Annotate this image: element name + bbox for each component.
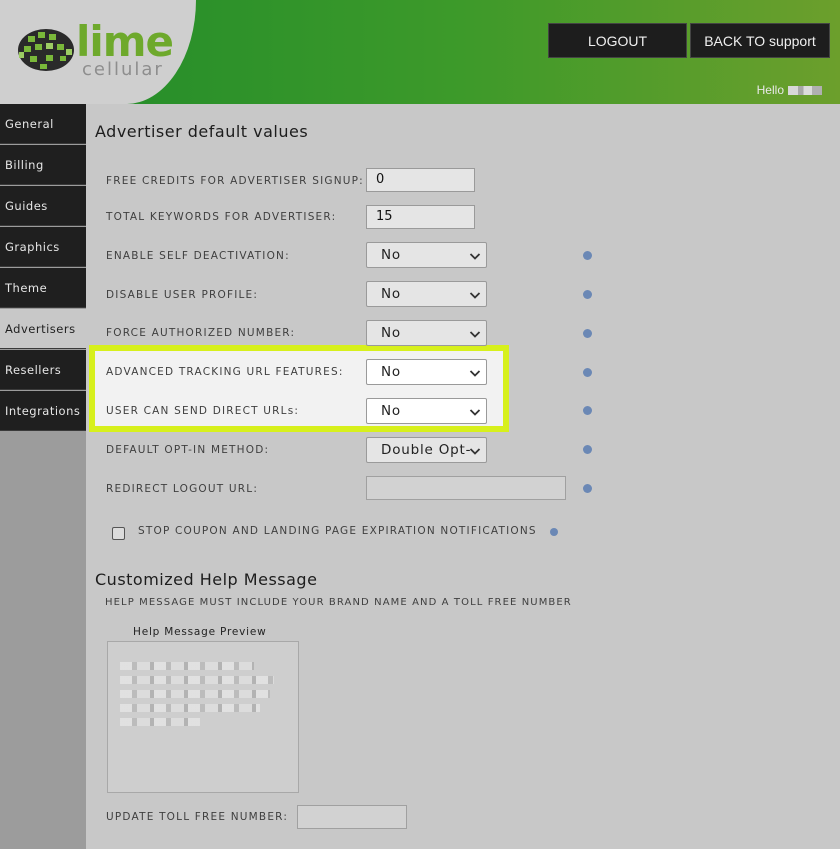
advanced-tracking-label: ADVANCED TRACKING URL FEATURES: [106, 366, 344, 378]
sidebar: General Billing Guides Graphics Theme Ad… [0, 104, 86, 849]
disable-profile-select[interactable]: No [366, 281, 487, 307]
help-message-title: Customized Help Message [95, 570, 318, 589]
redacted-text [120, 718, 200, 726]
header: lime cellular LOGOUT BACK TO support Hel… [0, 0, 840, 104]
sidebar-item-resellers[interactable]: Resellers [0, 350, 86, 390]
opt-in-method-label: DEFAULT OPT-IN METHOD: [106, 444, 270, 456]
self-deactivation-label: ENABLE SELF DEACTIVATION: [106, 250, 290, 262]
sidebar-item-advertisers[interactable]: Advertisers [0, 309, 86, 349]
redacted-username [788, 86, 822, 96]
sidebar-item-theme[interactable]: Theme [0, 268, 86, 308]
force-authorized-select[interactable]: No [366, 320, 487, 346]
toll-free-label: UPDATE TOLL FREE NUMBER: [106, 811, 289, 823]
chevron-down-icon [469, 409, 481, 416]
preview-label: Help Message Preview [133, 626, 267, 638]
direct-urls-label: USER CAN SEND DIRECT URLs: [106, 405, 300, 417]
redacted-text [120, 662, 254, 670]
chevron-down-icon [469, 253, 481, 260]
chevron-down-icon [469, 292, 481, 299]
section-title: Advertiser default values [95, 122, 309, 141]
sidebar-item-guides[interactable]: Guides [0, 186, 86, 226]
sidebar-item-general[interactable]: General [0, 104, 86, 144]
select-value: No [381, 286, 401, 302]
direct-urls-select[interactable]: No [366, 398, 487, 424]
logo: lime cellular [0, 0, 196, 104]
info-icon[interactable] [583, 290, 592, 299]
chevron-down-icon [469, 448, 481, 455]
hello-greeting: Hello [757, 83, 822, 97]
self-deactivation-select[interactable]: No [366, 242, 487, 268]
info-icon[interactable] [550, 528, 558, 536]
redacted-text [120, 704, 260, 712]
free-credits-label: FREE CREDITS FOR ADVERTISER SIGNUP: [106, 175, 364, 187]
free-credits-input[interactable]: 0 [366, 168, 475, 192]
opt-in-method-select[interactable]: Double Opt- [366, 437, 487, 463]
logo-orb-icon [18, 29, 74, 71]
back-to-support-button[interactable]: BACK TO support [690, 23, 830, 58]
force-authorized-label: FORCE AUTHORIZED NUMBER: [106, 327, 296, 339]
help-message-preview [107, 641, 299, 793]
main-content: Advertiser default values FREE CREDITS F… [86, 104, 840, 849]
total-keywords-input[interactable]: 15 [366, 205, 475, 229]
sidebar-item-integrations[interactable]: Integrations [0, 391, 86, 431]
select-value: No [381, 364, 401, 380]
logo-subtitle: cellular [82, 59, 164, 80]
select-value: No [381, 403, 401, 419]
chevron-down-icon [469, 370, 481, 377]
redirect-logout-label: REDIRECT LOGOUT URL: [106, 483, 259, 495]
info-icon[interactable] [583, 329, 592, 338]
sidebar-item-billing[interactable]: Billing [0, 145, 86, 185]
redacted-text [120, 676, 274, 684]
info-icon[interactable] [583, 484, 592, 493]
advanced-tracking-select[interactable]: No [366, 359, 487, 385]
toll-free-input[interactable] [297, 805, 407, 829]
info-icon[interactable] [583, 251, 592, 260]
select-value: Double Opt- [381, 442, 472, 458]
chevron-down-icon [469, 331, 481, 338]
info-icon[interactable] [583, 406, 592, 415]
info-icon[interactable] [583, 445, 592, 454]
redirect-logout-input[interactable] [366, 476, 566, 500]
select-value: No [381, 247, 401, 263]
disable-profile-label: DISABLE USER PROFILE: [106, 289, 259, 301]
stop-notifications-checkbox[interactable] [112, 527, 125, 540]
info-icon[interactable] [583, 368, 592, 377]
hello-text: Hello [756, 83, 784, 97]
sidebar-item-graphics[interactable]: Graphics [0, 227, 86, 267]
logo-wordmark: lime [76, 17, 174, 66]
help-message-subtitle: HELP MESSAGE MUST INCLUDE YOUR BRAND NAM… [105, 597, 572, 608]
redacted-text [120, 690, 270, 698]
select-value: No [381, 325, 401, 341]
total-keywords-label: TOTAL KEYWORDS FOR ADVERTISER: [106, 211, 337, 223]
logout-button[interactable]: LOGOUT [548, 23, 687, 58]
stop-notifications-label: STOP COUPON AND LANDING PAGE EXPIRATION … [138, 525, 537, 537]
